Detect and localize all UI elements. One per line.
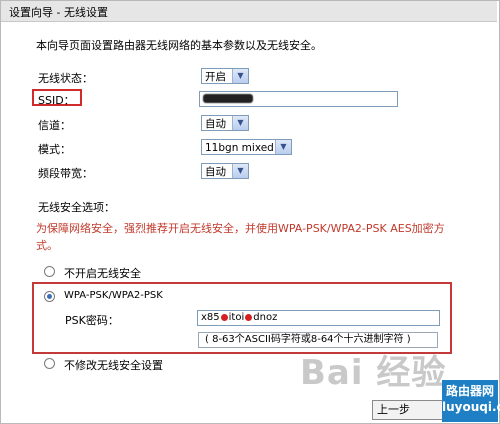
site-logo-line-a: 路由器网 — [445, 384, 494, 398]
channel-value: 自动 — [205, 118, 226, 130]
security-heading: 无线安全选项： — [38, 201, 115, 214]
intro-text: 本向导页面设置路由器无线网络的基本参数以及无线安全。 — [36, 39, 322, 52]
security-warning: 为保障网络安全，强烈推荐开启无线安全，并使用WPA-PSK/WPA2-PSK A… — [36, 222, 445, 252]
option-no-security-label: 不开启无线安全 — [64, 267, 141, 280]
wireless-status-select[interactable]: 开启 ▼ — [201, 68, 249, 84]
chevron-down-icon: ▼ — [232, 164, 248, 178]
wireless-status-value: 开启 — [205, 71, 226, 83]
channel-select[interactable]: 自动 ▼ — [201, 115, 249, 131]
mode-select[interactable]: 11bgn mixed ▼ — [201, 139, 292, 155]
chevron-down-icon: ▼ — [232, 116, 248, 130]
wireless-status-label: 无线状态： — [38, 72, 93, 85]
ssid-input[interactable] — [199, 91, 398, 107]
red-mark — [245, 313, 253, 321]
psk-text-part-b: itoi — [228, 312, 245, 323]
radio-keep-security[interactable] — [44, 358, 55, 369]
bandwidth-value: 自动 — [205, 166, 226, 178]
psk-text-part-c: dnoz — [253, 312, 278, 323]
chevron-down-icon: ▼ — [232, 69, 248, 83]
radio-no-security[interactable] — [44, 266, 55, 277]
ssid-redacted — [203, 94, 253, 103]
channel-label: 信道： — [38, 119, 71, 132]
ssid-label: SSID： — [38, 94, 75, 107]
psk-text-part-a: x85 — [201, 312, 220, 323]
chevron-down-icon: ▼ — [275, 140, 291, 154]
psk-label: PSK密码： — [65, 314, 119, 327]
psk-password-input[interactable]: x85 itoi dnoz — [197, 310, 440, 326]
prev-button[interactable]: 上一步 — [372, 400, 444, 420]
red-mark — [220, 313, 228, 321]
bandwidth-label: 频段带宽： — [38, 167, 93, 180]
radio-wpa-psk[interactable] — [44, 291, 55, 302]
option-keep-security-label: 不修改无线安全设置 — [64, 359, 163, 372]
window-title: 设置向导 - 无线设置 — [9, 6, 108, 19]
title-bar: 设置向导 - 无线设置 — [1, 1, 497, 22]
bandwidth-select[interactable]: 自动 ▼ — [201, 163, 249, 179]
watermark-text: Bai 经验 — [300, 353, 447, 393]
mode-label: 模式： — [38, 143, 71, 156]
site-logo: 路由器网 luyouqi.com — [442, 380, 500, 422]
option-wpa-psk-label: WPA-PSK/WPA2-PSK — [64, 290, 163, 301]
mode-value: 11bgn mixed — [205, 142, 274, 154]
site-logo-line-b: luyouqi.com — [442, 400, 500, 414]
